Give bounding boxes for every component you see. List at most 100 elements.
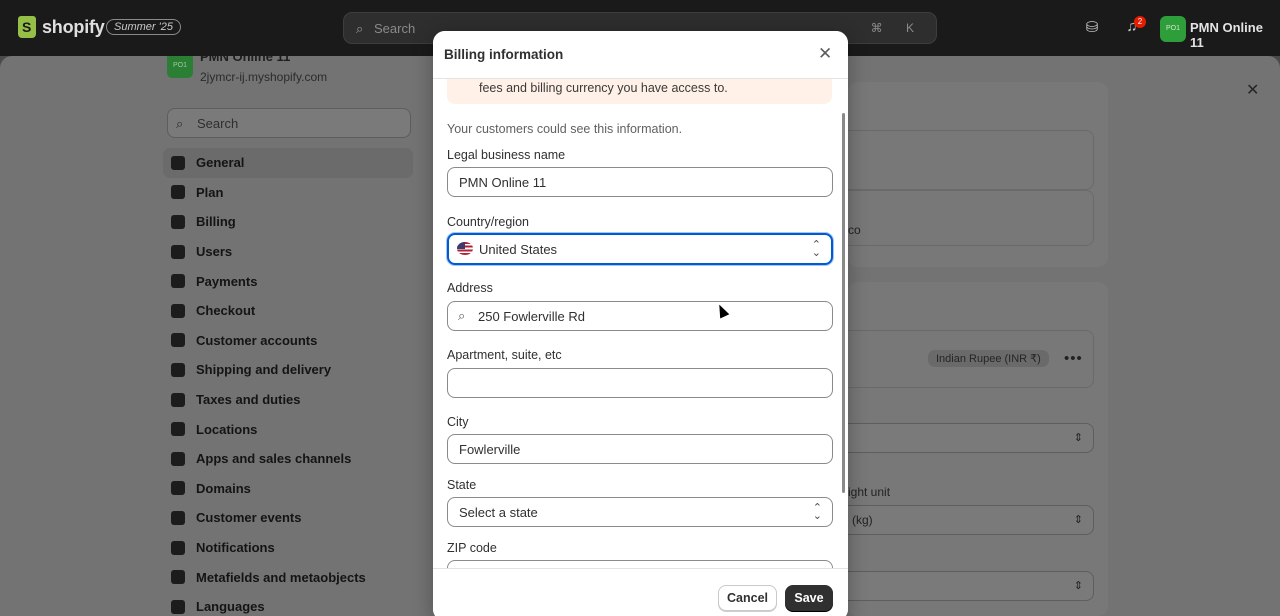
sidebar-item-label: Users <box>196 244 233 260</box>
sidebar-item-label: Customer events <box>196 510 302 526</box>
save-button[interactable]: Save <box>785 585 833 611</box>
sparkle-icon <box>171 510 185 525</box>
billing-information-modal: Billing information ✕ fees and billing c… <box>433 31 848 616</box>
state-value: Select a state <box>459 505 538 520</box>
chevron-updown-icon: ⇕ <box>1073 580 1083 592</box>
sidebar-item-label: Domains <box>196 480 251 496</box>
chevron-updown-icon: ⇕ <box>1073 514 1083 526</box>
sidebar-item-domains[interactable]: Domains <box>163 474 413 504</box>
sidebar-item-label: Checkout <box>196 303 256 319</box>
sidebar-item-label: Languages <box>196 599 265 615</box>
store-menu-name[interactable]: PMN Online 11 <box>1190 20 1280 50</box>
country-label: Country/region <box>447 215 529 229</box>
sidebar-item-customer-events[interactable]: Customer events <box>163 503 413 533</box>
sidebar-item-customer-accounts[interactable]: Customer accounts <box>163 326 413 356</box>
modal-scrollbar[interactable] <box>842 113 845 493</box>
avatar[interactable]: PO1 <box>1160 16 1186 42</box>
sidebar-item-locations[interactable]: Locations <box>163 414 413 444</box>
cancel-button[interactable]: Cancel <box>718 585 777 611</box>
state-select[interactable]: Select a state ⌃ ⌄ <box>447 497 833 527</box>
billing-notice-banner: fees and billing currency you have acces… <box>447 78 832 104</box>
sidebar-item-label: Taxes and duties <box>196 392 301 408</box>
sidebar-item-label: Shipping and delivery <box>196 362 332 378</box>
sidebar-item-general[interactable]: General <box>163 148 413 178</box>
globe-icon <box>171 481 185 496</box>
settings-search-input[interactable]: ⌕ Search <box>167 108 411 138</box>
person-icon <box>171 333 185 348</box>
timezone-select[interactable]: ⇕ <box>838 423 1094 453</box>
close-settings-icon[interactable]: ✕ <box>1246 80 1259 100</box>
sidebar-item-shipping-and-delivery[interactable]: Shipping and delivery <box>163 355 413 385</box>
legal-name-value: PMN Online 11 <box>459 175 547 190</box>
location-icon <box>171 422 185 437</box>
sidebar-item-label: Customer accounts <box>196 332 318 348</box>
store-details-card <box>838 82 1108 267</box>
sidebar-item-notifications[interactable]: Notifications <box>163 533 413 563</box>
city-label: City <box>447 415 469 429</box>
sidebar-item-plan[interactable]: Plan <box>163 178 413 208</box>
brand-name: shopify <box>42 16 105 37</box>
sidebar-item-label: Payments <box>196 273 258 289</box>
address-value: 250 Fowlerville Rd <box>478 309 585 324</box>
chevron-updown-icon: ⌃ ⌄ <box>811 239 821 259</box>
search-placeholder: Search <box>374 21 416 36</box>
us-flag-icon <box>457 242 473 255</box>
weight-unit-label: ight unit <box>848 485 891 499</box>
search-icon: ⌕ <box>176 116 184 131</box>
state-label: State <box>447 478 477 492</box>
store-details-box <box>838 130 1094 190</box>
sidebar-item-payments[interactable]: Payments <box>163 266 413 296</box>
users-icon <box>171 244 185 259</box>
chart-icon <box>171 185 185 200</box>
apps-icon <box>171 451 185 466</box>
shopify-logo[interactable]: shopify <box>18 16 105 38</box>
sidebar-item-label: Notifications <box>196 540 275 556</box>
chevron-updown-icon: ⇕ <box>1073 432 1083 444</box>
bell-icon <box>171 540 185 555</box>
city-field[interactable]: Fowlerville <box>447 434 833 464</box>
sidebar-item-label: Metafields and metaobjects <box>196 569 366 585</box>
apartment-field[interactable] <box>447 368 833 398</box>
edition-badge[interactable]: Summer '25 <box>106 19 181 35</box>
zip-label: ZIP code <box>447 541 497 555</box>
sidebar-item-checkout[interactable]: Checkout <box>163 296 413 326</box>
sidebar-item-apps-and-sales-channels[interactable]: Apps and sales channels <box>163 444 413 474</box>
partial-text: co <box>848 223 861 237</box>
sidebar-item-label: Plan <box>196 184 224 200</box>
sidebar-item-users[interactable]: Users <box>163 237 413 267</box>
chevron-updown-icon: ⌃ ⌄ <box>812 502 822 522</box>
sidebar-item-label: Locations <box>196 421 258 437</box>
sidekick-icon[interactable]: ⛁ <box>1082 18 1102 38</box>
notification-badge: 2 <box>1134 16 1146 28</box>
sidebar-item-languages[interactable]: Languages <box>163 592 413 616</box>
apartment-label: Apartment, suite, etc <box>447 348 562 362</box>
modal-header: Billing information ✕ <box>433 31 848 79</box>
address-label: Address <box>447 281 493 295</box>
sidebar-item-label: General <box>196 155 245 171</box>
order-id-select[interactable]: ⇕ <box>838 571 1094 601</box>
sidebar-item-billing[interactable]: Billing <box>163 207 413 237</box>
store-domain: 2jymcr-ij.myshopify.com <box>200 70 328 84</box>
sidebar-item-metafields-and-metaobjects[interactable]: Metafields and metaobjects <box>163 562 413 592</box>
close-icon[interactable]: ✕ <box>818 44 832 64</box>
tax-icon <box>171 392 185 407</box>
country-select[interactable]: United States ⌃ ⌄ <box>447 233 833 265</box>
settings-search-placeholder: Search <box>197 116 239 131</box>
language-icon <box>171 599 185 614</box>
notice-text: fees and billing currency you have acces… <box>479 81 728 95</box>
store-contact-box <box>838 190 1094 246</box>
more-actions-icon[interactable]: ••• <box>1064 350 1083 367</box>
sidebar-item-taxes-and-duties[interactable]: Taxes and duties <box>163 385 413 415</box>
search-shortcut: ⌘ K <box>870 21 924 35</box>
weight-unit-value: (kg) <box>852 513 873 527</box>
address-field[interactable]: ⌕ 250 Fowlerville Rd <box>447 301 833 331</box>
search-icon: ⌕ <box>356 21 364 36</box>
store-title: PMN Online 11 <box>200 56 291 64</box>
cart-icon <box>171 303 185 318</box>
truck-icon <box>171 362 185 377</box>
legal-name-field[interactable]: PMN Online 11 <box>447 167 833 197</box>
payment-icon <box>171 274 185 289</box>
database-icon <box>171 570 185 585</box>
weight-unit-select[interactable]: (kg) ⇕ <box>838 505 1094 535</box>
store-avatar: PO1 <box>167 56 193 78</box>
